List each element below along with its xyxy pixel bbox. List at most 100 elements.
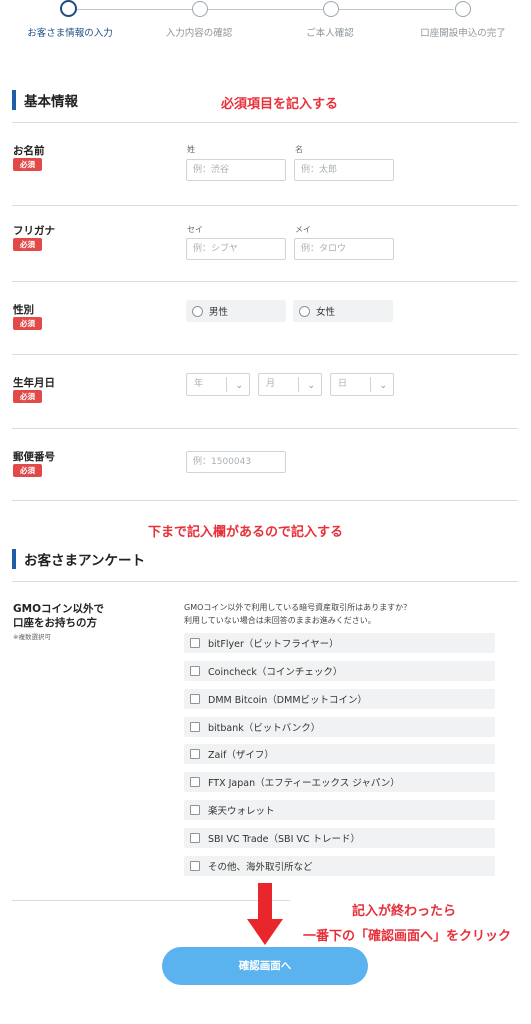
radio-circle-icon: [299, 305, 310, 317]
confirm-screen-button[interactable]: 確認画面へ: [162, 947, 368, 985]
chevron-down-icon: ⌄: [235, 381, 243, 391]
birth-month-value: 月: [266, 379, 276, 389]
exchange-option-bitbank[interactable]: bitbank（ビットバンク）: [184, 717, 495, 737]
option-label: bitFlyer（ビットフライヤー）: [208, 639, 339, 650]
last-kana-sublabel: セイ: [187, 225, 203, 234]
chevron-down-icon: ⌄: [379, 381, 387, 391]
birth-year-select[interactable]: 年 ⌄: [186, 373, 250, 396]
survey-title: お客さまアンケート: [24, 553, 145, 569]
survey-row-label-line1: GMOコイン以外で: [13, 603, 104, 615]
select-separator: [226, 377, 227, 392]
birth-day-value: 日: [338, 379, 348, 389]
basic-info-title: 基本情報: [24, 94, 78, 110]
divider: [12, 581, 518, 582]
kana-label: フリガナ: [13, 225, 55, 237]
last-name-input[interactable]: 例：渋谷: [186, 159, 286, 181]
postal-code-label: 郵便番号: [13, 451, 55, 463]
gender-male-label: 男性: [209, 307, 229, 318]
checkbox-icon: [190, 777, 200, 787]
divider: [12, 428, 518, 429]
birth-day-select[interactable]: 日 ⌄: [330, 373, 394, 396]
stepper-line: [338, 9, 454, 10]
survey-question-line1: GMOコイン以外で利用している暗号資産取引所はありますか？: [184, 603, 412, 612]
step-2-dot: [192, 1, 208, 17]
select-separator: [298, 377, 299, 392]
step-1-dot: [60, 0, 77, 17]
divider: [12, 122, 518, 123]
red-arrow-down-icon: [247, 883, 283, 945]
checkbox-icon: [190, 861, 200, 871]
name-label: お名前: [13, 145, 45, 157]
basic-info-header: 基本情報: [12, 90, 78, 110]
checkbox-icon: [190, 749, 200, 759]
exchange-option-other[interactable]: その他、海外取引所など: [184, 856, 495, 876]
option-label: その他、海外取引所など: [208, 862, 313, 873]
annotation-top: 必須項目を記入する: [221, 97, 339, 112]
checkbox-icon: [190, 666, 200, 676]
required-badge: 必須: [13, 238, 42, 251]
step-2-label: 入力内容の確認: [165, 28, 233, 39]
first-kana-input[interactable]: 例：タロウ: [294, 238, 394, 260]
required-badge: 必須: [13, 390, 42, 403]
step-1-label: お客さま情報の入力: [27, 28, 113, 39]
checkbox-icon: [190, 833, 200, 843]
first-kana-sublabel: メイ: [295, 225, 311, 234]
stepper-line: [207, 9, 323, 10]
birth-month-select[interactable]: 月 ⌄: [258, 373, 322, 396]
gender-female-radio[interactable]: 女性: [293, 300, 393, 322]
checkbox-icon: [190, 638, 200, 648]
divider: [12, 354, 518, 355]
checkbox-icon: [190, 694, 200, 704]
step-3-dot: [323, 1, 339, 17]
last-name-sublabel: 姓: [187, 145, 195, 154]
exchange-option-sbi-vc-trade[interactable]: SBI VC Trade（SBI VC トレード）: [184, 828, 495, 848]
option-label: Zaif（ザイフ）: [208, 750, 274, 761]
select-separator: [370, 377, 371, 392]
annotation-bottom-line1: 記入が終わったら: [352, 904, 457, 919]
exchange-option-ftx-japan[interactable]: FTX Japan（エフティーエックス ジャパン）: [184, 772, 495, 792]
survey-row-note: ※複数選択可: [13, 633, 51, 641]
section-accent-bar: [12, 549, 16, 569]
exchange-option-coincheck[interactable]: Coincheck（コインチェック）: [184, 661, 495, 681]
first-name-input[interactable]: 例：太郎: [294, 159, 394, 181]
option-label: bitbank（ビットバンク）: [208, 723, 321, 734]
postal-code-input[interactable]: 例：1500043: [186, 451, 286, 473]
option-label: DMM Bitcoin（DMMビットコイン）: [208, 695, 368, 706]
survey-row-label-line2: 口座をお持ちの方: [13, 617, 97, 629]
progress-stepper: お客さま情報の入力 入力内容の確認 ご本人確認 口座開設申込の完了: [0, 0, 531, 44]
survey-header: お客さまアンケート: [12, 549, 145, 569]
exchange-option-zaif[interactable]: Zaif（ザイフ）: [184, 744, 495, 764]
annotation-bottom-line2: 一番下の「確認画面へ」をクリック: [303, 929, 512, 944]
option-label: 楽天ウォレット: [208, 806, 275, 817]
required-badge: 必須: [13, 317, 42, 330]
chevron-down-icon: ⌄: [307, 381, 315, 391]
divider: [12, 281, 518, 282]
radio-circle-icon: [192, 305, 203, 317]
option-label: Coincheck（コインチェック）: [208, 667, 343, 678]
section-accent-bar: [12, 90, 16, 110]
birthday-label: 生年月日: [13, 377, 55, 389]
checkbox-icon: [190, 722, 200, 732]
option-label: FTX Japan（エフティーエックス ジャパン）: [208, 778, 400, 789]
checkbox-icon: [190, 805, 200, 815]
first-name-sublabel: 名: [295, 145, 303, 154]
required-badge: 必須: [13, 464, 42, 477]
survey-question-line2: 利用していない場合は未回答のままお進みください。: [184, 616, 376, 625]
divider: [12, 205, 518, 206]
exchange-option-bitflyer[interactable]: bitFlyer（ビットフライヤー）: [184, 633, 495, 653]
birth-year-value: 年: [194, 379, 204, 389]
option-label: SBI VC Trade（SBI VC トレード）: [208, 834, 361, 845]
step-3-label: ご本人確認: [306, 28, 354, 39]
step-4-label: 口座開設申込の完了: [420, 28, 506, 39]
divider: [12, 500, 518, 501]
exchange-option-rakuten-wallet[interactable]: 楽天ウォレット: [184, 800, 495, 820]
annotation-middle: 下まで記入欄があるので記入する: [148, 525, 344, 540]
gender-male-radio[interactable]: 男性: [186, 300, 286, 322]
gender-female-label: 女性: [316, 307, 336, 318]
gender-label: 性別: [13, 304, 34, 316]
step-4-dot: [455, 1, 471, 17]
required-badge: 必須: [13, 158, 42, 171]
stepper-line: [76, 9, 192, 10]
exchange-option-dmm-bitcoin[interactable]: DMM Bitcoin（DMMビットコイン）: [184, 689, 495, 709]
last-kana-input[interactable]: 例：シブヤ: [186, 238, 286, 260]
